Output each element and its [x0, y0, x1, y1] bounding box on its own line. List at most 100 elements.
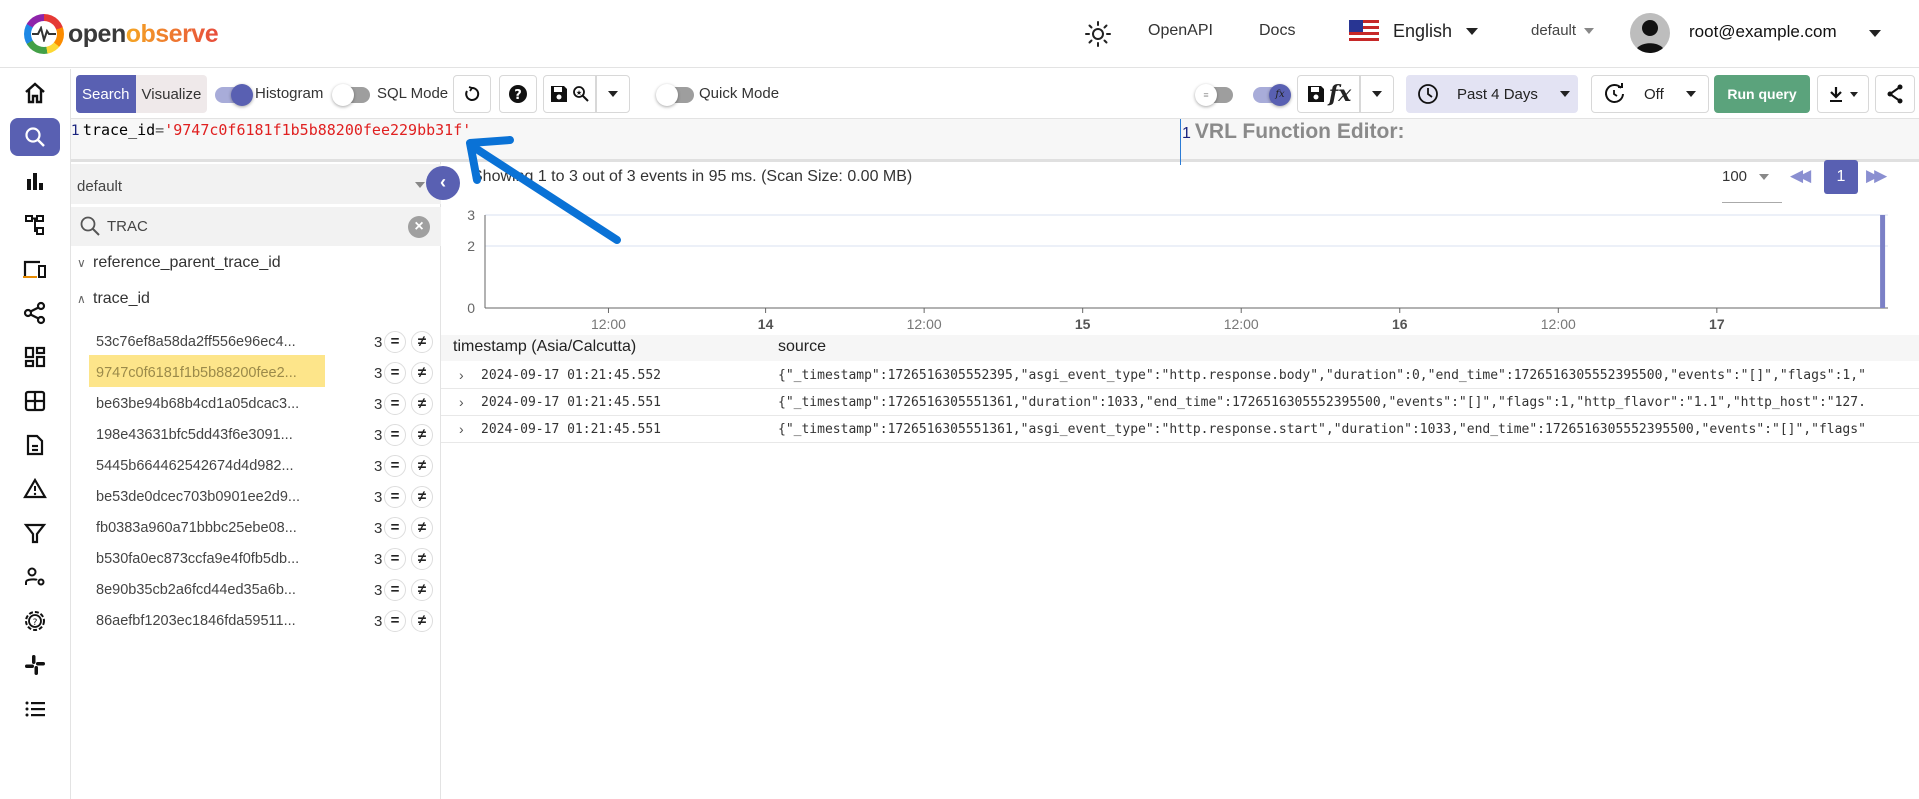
docs-link[interactable]: Docs — [1259, 22, 1295, 40]
stream-selector[interactable]: default — [71, 164, 441, 204]
exclude-not-equals-icon[interactable]: ≠ — [411, 486, 433, 508]
exclude-not-equals-icon[interactable]: ≠ — [411, 579, 433, 601]
column-header-timestamp[interactable]: timestamp (Asia/Calcutta) — [453, 338, 636, 356]
field-value-item[interactable]: be63be94b68b4cd1a05dcac3... 3 = ≠ — [71, 390, 441, 420]
exclude-not-equals-icon[interactable]: ≠ — [411, 331, 433, 353]
tab-search[interactable]: Search — [76, 75, 136, 113]
field-reference-parent-trace-id[interactable]: ∨ reference_parent_trace_id — [77, 254, 281, 272]
date-time-picker[interactable]: Past 4 Days — [1406, 75, 1578, 113]
table-row[interactable]: › 2024-09-17 01:21:45.551 {"_timestamp":17… — [441, 416, 1919, 443]
sql-mode-toggle[interactable] — [332, 84, 370, 106]
field-value-item[interactable]: 86aefbf1203ec1846fda59511... 3 = ≠ — [71, 607, 441, 637]
field-value-item[interactable]: 5445b664462542674d4d982... 3 = ≠ — [71, 452, 441, 482]
include-equals-icon[interactable]: = — [384, 486, 406, 508]
column-header-source[interactable]: source — [778, 338, 826, 356]
expand-row-icon[interactable]: › — [459, 421, 464, 437]
nav-settings[interactable]: ? — [10, 602, 60, 640]
nav-home[interactable] — [10, 74, 60, 112]
function-dropdown[interactable] — [1360, 75, 1394, 113]
wrap-toggle[interactable]: ≡ — [1195, 84, 1233, 106]
field-value-item[interactable]: b530fa0ec873ccfa9e4f0fb5db... 3 = ≠ — [71, 545, 441, 575]
auto-refresh-selector[interactable]: Off — [1591, 75, 1709, 113]
include-equals-icon[interactable]: = — [384, 424, 406, 446]
quick-mode-label: Quick Mode — [699, 85, 780, 102]
field-value-item[interactable]: fb0383a960a71bbbc25ebe08... 3 = ≠ — [71, 514, 441, 544]
field-value-item[interactable]: 198e43631bfc5dd43f6e3091... 3 = ≠ — [71, 421, 441, 451]
include-equals-icon[interactable]: = — [384, 548, 406, 570]
exclude-not-equals-icon[interactable]: ≠ — [411, 548, 433, 570]
first-page-icon[interactable]: ◀◀ — [1790, 166, 1811, 186]
include-equals-icon[interactable]: = — [384, 579, 406, 601]
exclude-not-equals-icon[interactable]: ≠ — [411, 393, 433, 415]
user-email[interactable]: root@example.com — [1689, 22, 1837, 42]
user-avatar[interactable] — [1630, 13, 1670, 53]
include-equals-icon[interactable]: = — [384, 331, 406, 353]
saved-views-dropdown[interactable] — [596, 75, 630, 113]
nav-slack[interactable] — [10, 646, 60, 684]
exclude-not-equals-icon[interactable]: ≠ — [411, 424, 433, 446]
nav-pipelines[interactable] — [10, 294, 60, 332]
include-equals-icon[interactable]: = — [384, 362, 406, 384]
nav-ingestion[interactable] — [10, 514, 60, 552]
org-selector[interactable]: default — [1531, 22, 1595, 39]
results-summary: Showing 1 to 3 out of 3 events in 95 ms.… — [472, 168, 913, 185]
save-function-button[interactable]: fx — [1297, 75, 1360, 113]
clear-search-icon[interactable]: × — [408, 216, 430, 238]
function-toggle[interactable]: fx — [1253, 84, 1291, 106]
include-equals-icon[interactable]: = — [384, 610, 406, 632]
current-page-button[interactable]: 1 — [1824, 160, 1858, 194]
last-page-icon[interactable]: ▶▶ — [1866, 166, 1887, 186]
nav-iam[interactable] — [10, 558, 60, 596]
field-trace-id[interactable]: ∧ trace_id — [77, 290, 150, 308]
openobserve-logo[interactable]: openobserve — [24, 14, 219, 54]
nav-metrics[interactable] — [10, 162, 60, 200]
include-equals-icon[interactable]: = — [384, 393, 406, 415]
table-row[interactable]: › 2024-09-17 01:21:45.552 {"_timestamp":17… — [441, 362, 1919, 389]
expand-row-icon[interactable]: › — [459, 394, 464, 410]
nav-search[interactable] — [10, 118, 60, 156]
nav-about[interactable] — [10, 690, 60, 728]
search-toolbar: Search Visualize Histogram SQL Mode ? ★ … — [71, 69, 1919, 119]
saved-views-button[interactable]: ★ — [543, 75, 596, 113]
download-button[interactable] — [1817, 75, 1869, 113]
field-value-item[interactable]: 9747c0f6181f1b5b88200fee2... 3 = ≠ — [71, 355, 441, 389]
openapi-link[interactable]: OpenAPI — [1148, 22, 1213, 40]
nav-traces[interactable] — [10, 206, 60, 244]
table-row[interactable]: › 2024-09-17 01:21:45.551 {"_timestamp":17… — [441, 389, 1919, 416]
nav-alerts[interactable] — [10, 470, 60, 508]
nav-reports[interactable] — [10, 426, 60, 464]
field-value-count: 3 — [374, 582, 383, 599]
per-page-selector[interactable]: 100 — [1722, 168, 1770, 185]
histogram-chart[interactable]: 0 2 3 12:00 14 12:00 15 12:00 16 12:00 17 — [441, 205, 1919, 333]
vrl-function-editor[interactable]: 1 VRL Function Editor: — [1182, 120, 1405, 144]
exclude-not-equals-icon[interactable]: ≠ — [411, 455, 433, 477]
exclude-not-equals-icon[interactable]: ≠ — [411, 610, 433, 632]
exclude-not-equals-icon[interactable]: ≠ — [411, 362, 433, 384]
nav-streams[interactable] — [10, 382, 60, 420]
reset-button[interactable] — [453, 75, 491, 113]
nav-dashboards[interactable] — [10, 338, 60, 376]
field-value-text: 9747c0f6181f1b5b88200fee2... — [96, 365, 297, 381]
field-value-item[interactable]: be53de0dcec703b0901ee2d9... 3 = ≠ — [71, 483, 441, 513]
nav-rum[interactable] — [10, 250, 60, 288]
help-button[interactable]: ? — [499, 75, 537, 113]
tab-visualize[interactable]: Visualize — [135, 75, 208, 113]
user-menu-chevron-icon[interactable] — [1869, 30, 1881, 37]
include-equals-icon[interactable]: = — [384, 517, 406, 539]
collapse-panel-button[interactable]: ‹ — [426, 166, 460, 200]
exclude-not-equals-icon[interactable]: ≠ — [411, 517, 433, 539]
quick-mode-toggle[interactable] — [656, 84, 694, 106]
field-search-input[interactable]: TRAC × — [71, 207, 441, 246]
expand-row-icon[interactable]: › — [459, 367, 464, 383]
run-query-button[interactable]: Run query — [1714, 75, 1810, 113]
histogram-toggle[interactable] — [215, 84, 253, 106]
share-button[interactable] — [1875, 75, 1915, 113]
query-editor[interactable]: 1 trace_id='9747c0f6181f1b5b88200fee229bb… — [71, 119, 1919, 165]
include-equals-icon[interactable]: = — [384, 455, 406, 477]
language-selector[interactable]: English — [1349, 20, 1479, 42]
query-line[interactable]: 1 trace_id='9747c0f6181f1b5b88200fee229bb… — [71, 121, 471, 139]
theme-toggle-sun-icon[interactable] — [1084, 20, 1112, 53]
field-value-item[interactable]: 8e90b35cb2a6fcd44ed35a6b... 3 = ≠ — [71, 576, 441, 606]
editor-divider[interactable] — [1180, 119, 1181, 165]
field-value-item[interactable]: 53c76ef8a58da2ff556e96ec4... 3 = ≠ — [71, 328, 441, 358]
